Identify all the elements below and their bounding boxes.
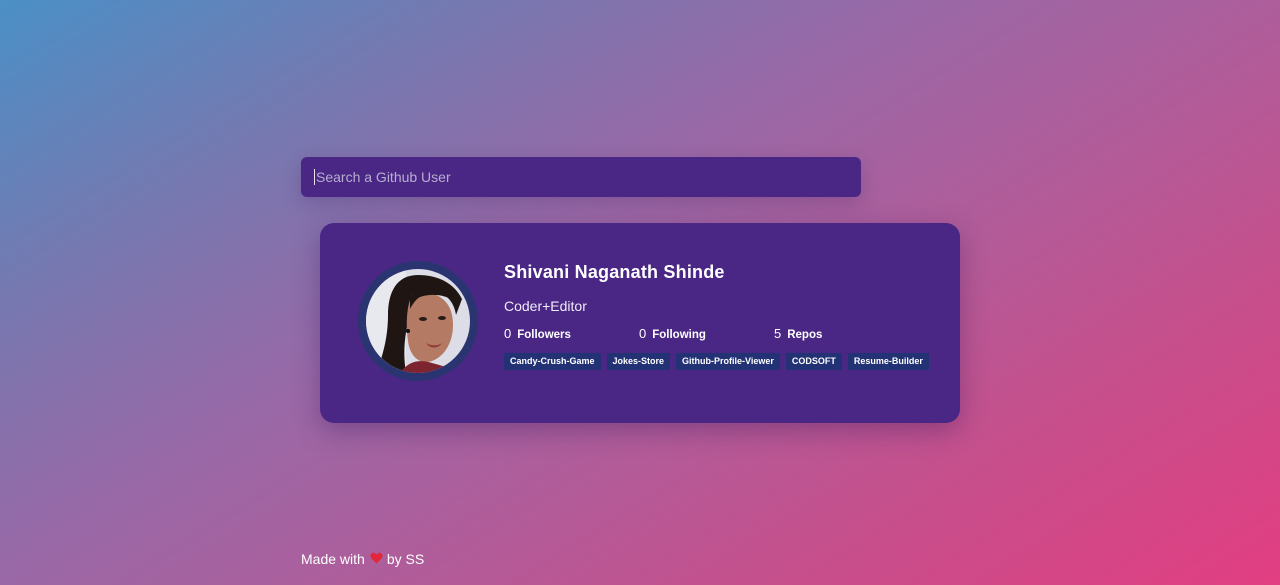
stat-repos: 5 Repos: [774, 326, 909, 341]
profile-name: Shivani Naganath Shinde: [504, 262, 725, 282]
footer-prefix: Made with: [301, 551, 365, 567]
repo-link[interactable]: CODSOFT: [785, 353, 842, 370]
stat-following: 0 Following: [639, 326, 774, 341]
profile-bio: Coder+Editor: [504, 298, 587, 314]
repo-link[interactable]: Resume-Builder: [847, 353, 929, 370]
heart-icon: [370, 551, 383, 567]
footer-suffix: by SS: [386, 551, 425, 567]
repo-list: Candy-Crush-Game Jokes-Store Github-Prof…: [504, 353, 935, 370]
text-caret: [314, 169, 315, 185]
stat-count: 0: [639, 326, 647, 341]
user-photo-avatar-icon: [366, 269, 470, 373]
search-input[interactable]: Search a Github User: [301, 157, 861, 197]
stat-followers: 0 Followers: [504, 326, 639, 341]
repo-link[interactable]: Github-Profile-Viewer: [676, 353, 780, 370]
stat-label: Repos: [787, 329, 823, 341]
profile-card: Shivani Naganath Shinde Coder+Editor 0 F…: [320, 223, 960, 423]
stat-label: Followers: [517, 329, 571, 341]
repo-link[interactable]: Candy-Crush-Game: [504, 353, 601, 370]
avatar: [358, 261, 478, 381]
stat-count: 0: [504, 326, 512, 341]
search-placeholder: Search a Github User: [316, 169, 451, 185]
footer: Made with by SS: [301, 551, 424, 567]
profile-stats: 0 Followers 0 Following 5 Repos: [504, 326, 909, 341]
stat-label: Following: [652, 329, 706, 341]
stat-count: 5: [774, 326, 782, 341]
repo-link[interactable]: Jokes-Store: [606, 353, 671, 370]
